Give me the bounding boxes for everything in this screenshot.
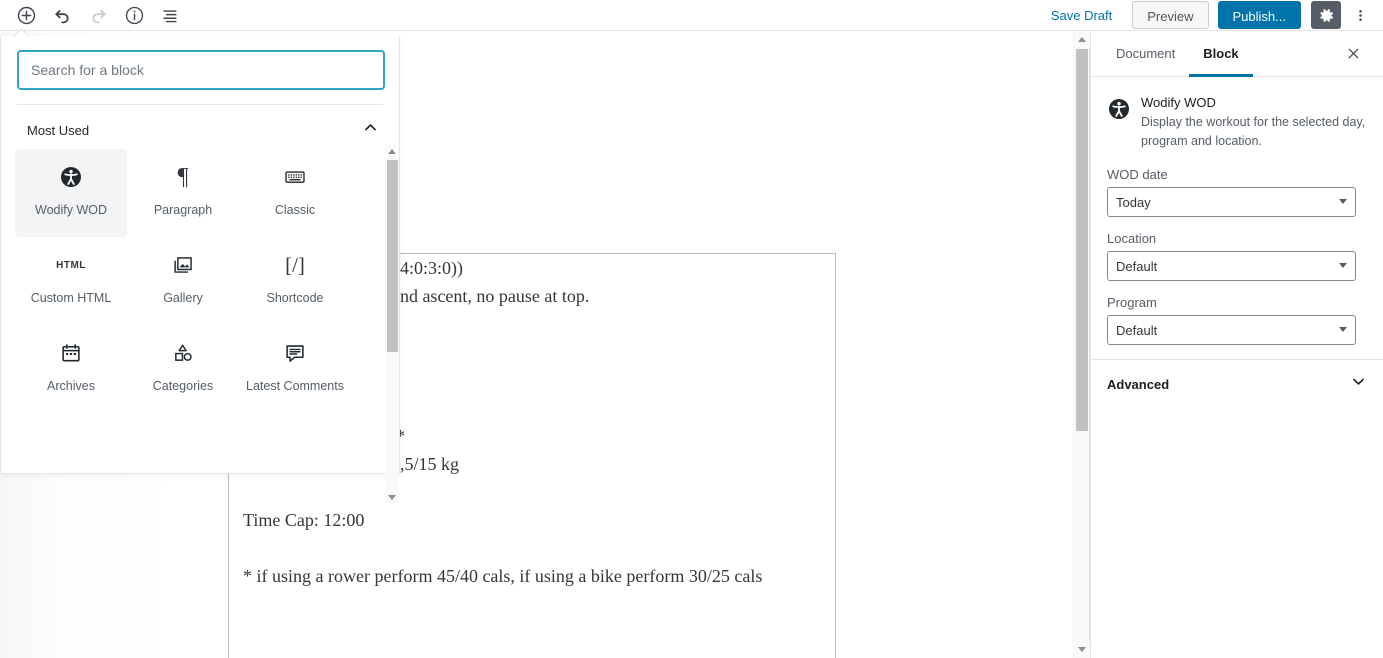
plus-circle-icon (17, 6, 35, 24)
html-icon: HTML (56, 259, 86, 271)
block-item-paragraph[interactable]: ¶ Paragraph (127, 149, 239, 237)
tab-document[interactable]: Document (1102, 31, 1189, 76)
content-line: * if using a rower perform 45/40 cals, i… (243, 566, 763, 586)
location-select-wrap[interactable]: Default (1107, 251, 1356, 281)
block-item-custom-html[interactable]: HTML Custom HTML (15, 237, 127, 325)
triangle-down-icon (1078, 647, 1086, 652)
location-select[interactable]: Default (1107, 251, 1356, 281)
shapes-icon (172, 341, 194, 365)
undo-icon (54, 9, 69, 23)
sidebar-body: Wodify WOD Display the workout for the s… (1091, 77, 1383, 345)
block-item-classic[interactable]: Classic (239, 149, 351, 237)
wod-date-select-wrap[interactable]: Today (1107, 187, 1356, 217)
block-item-shortcode[interactable]: [/] Shortcode (239, 237, 351, 325)
comment-icon (284, 341, 306, 365)
block-item-categories[interactable]: Categories (127, 325, 239, 413)
block-item-label: Archives (47, 379, 95, 393)
close-sidebar-button[interactable] (1339, 40, 1367, 68)
block-card-description: Display the workout for the selected day… (1141, 115, 1366, 148)
block-item-label: Custom HTML (30, 291, 112, 305)
content-line (243, 534, 762, 562)
most-used-section-header[interactable]: Most Used (1, 105, 399, 149)
location-label: Location (1107, 231, 1157, 246)
block-item-label: Classic (274, 203, 316, 217)
block-navigation-button[interactable] (152, 0, 188, 31)
block-card-title: Wodify WOD (1141, 95, 1216, 110)
undo-button[interactable] (44, 0, 80, 31)
scroll-up-arrow[interactable] (1074, 31, 1090, 48)
accessibility-icon (59, 165, 83, 189)
editor-header-toolbar: Save Draft Preview Publish... (0, 0, 1383, 31)
gallery-icon (172, 253, 194, 277)
scrollbar-thumb[interactable] (1076, 49, 1088, 431)
header-right-actions: Save Draft Preview Publish... (1039, 1, 1383, 29)
ellipsis-vertical-icon (1358, 9, 1362, 21)
calendar-icon (60, 341, 82, 365)
settings-sidebar: Document Block Wodify WOD Display the wo… (1090, 31, 1383, 658)
block-info-text: Wodify WOD Display the workout for the s… (1141, 95, 1367, 151)
wod-date-label: WOD date (1107, 167, 1168, 182)
triangle-up-icon (388, 148, 396, 154)
scroll-down-arrow[interactable] (1074, 641, 1090, 658)
block-item-label: Wodify WOD (35, 203, 107, 217)
wordpress-block-editor: Save Draft Preview Publish... 50 (0, 0, 1383, 658)
keyboard-icon (284, 165, 306, 189)
more-options-button[interactable] (1345, 1, 1375, 29)
publish-button[interactable]: Publish... (1217, 1, 1301, 29)
save-draft-button[interactable]: Save Draft (1039, 3, 1124, 28)
redo-button[interactable] (80, 0, 116, 31)
inserter-scrollbar[interactable] (385, 144, 399, 504)
redo-icon (91, 9, 106, 23)
chevron-down-icon[interactable] (1350, 373, 1367, 395)
block-item-label: Latest Comments (246, 379, 344, 393)
block-item-wodify-wod[interactable]: Wodify WOD (15, 149, 127, 237)
program-select[interactable]: Default (1107, 315, 1356, 345)
accessibility-icon (1107, 97, 1131, 151)
list-view-icon (162, 9, 177, 22)
wod-date-select[interactable]: Today (1107, 187, 1356, 217)
inserter-scroll-down-arrow[interactable] (385, 490, 399, 504)
content-line: Time Cap: 12:00 (243, 510, 365, 530)
inserter-popover-arrow (14, 28, 30, 37)
sidebar-tabs: Document Block (1091, 31, 1383, 77)
inserter-scrollbar-thumb[interactable] (387, 160, 398, 352)
search-input[interactable] (17, 50, 385, 90)
content-info-button[interactable] (116, 0, 152, 31)
preview-button[interactable]: Preview (1132, 1, 1209, 29)
blocks-grid: Wodify WOD ¶ Paragraph Classic HTML Cust… (1, 149, 376, 413)
block-item-label: Categories (152, 379, 214, 393)
block-item-gallery[interactable]: Gallery (127, 237, 239, 325)
blocks-scroll-area: Wodify WOD ¶ Paragraph Classic HTML Cust… (1, 149, 399, 494)
block-item-label: Shortcode (266, 291, 324, 305)
block-item-label: Paragraph (153, 203, 213, 217)
gear-icon (1319, 8, 1333, 22)
pilcrow-icon: ¶ (177, 164, 189, 190)
block-info-card: Wodify WOD Display the workout for the s… (1107, 93, 1367, 167)
most-used-title: Most Used (27, 122, 90, 138)
shortcode-icon: [/] (285, 253, 305, 277)
chevron-up-icon[interactable] (362, 119, 379, 141)
tab-block[interactable]: Block (1189, 31, 1254, 77)
block-item-latest-comments[interactable]: Latest Comments (239, 325, 351, 413)
info-circle-icon (125, 6, 143, 24)
advanced-label: Advanced (1107, 376, 1170, 392)
header-left-tools (0, 0, 188, 31)
triangle-down-icon (388, 494, 396, 500)
editor-vertical-scrollbar[interactable] (1073, 31, 1090, 658)
program-label: Program (1107, 295, 1157, 310)
program-select-wrap[interactable]: Default (1107, 315, 1356, 345)
close-icon (1348, 48, 1358, 59)
inserter-search-wrap (1, 36, 399, 90)
inserter-scroll-up-arrow[interactable] (385, 144, 399, 158)
block-item-archives[interactable]: Archives (15, 325, 127, 413)
block-item-label: Gallery (163, 291, 203, 305)
triangle-up-icon (1078, 37, 1086, 42)
advanced-panel-toggle[interactable]: Advanced (1091, 360, 1383, 408)
block-inserter-panel: Most Used W (0, 36, 400, 504)
add-block-button[interactable] (8, 0, 44, 31)
settings-toggle-button[interactable] (1311, 1, 1341, 29)
